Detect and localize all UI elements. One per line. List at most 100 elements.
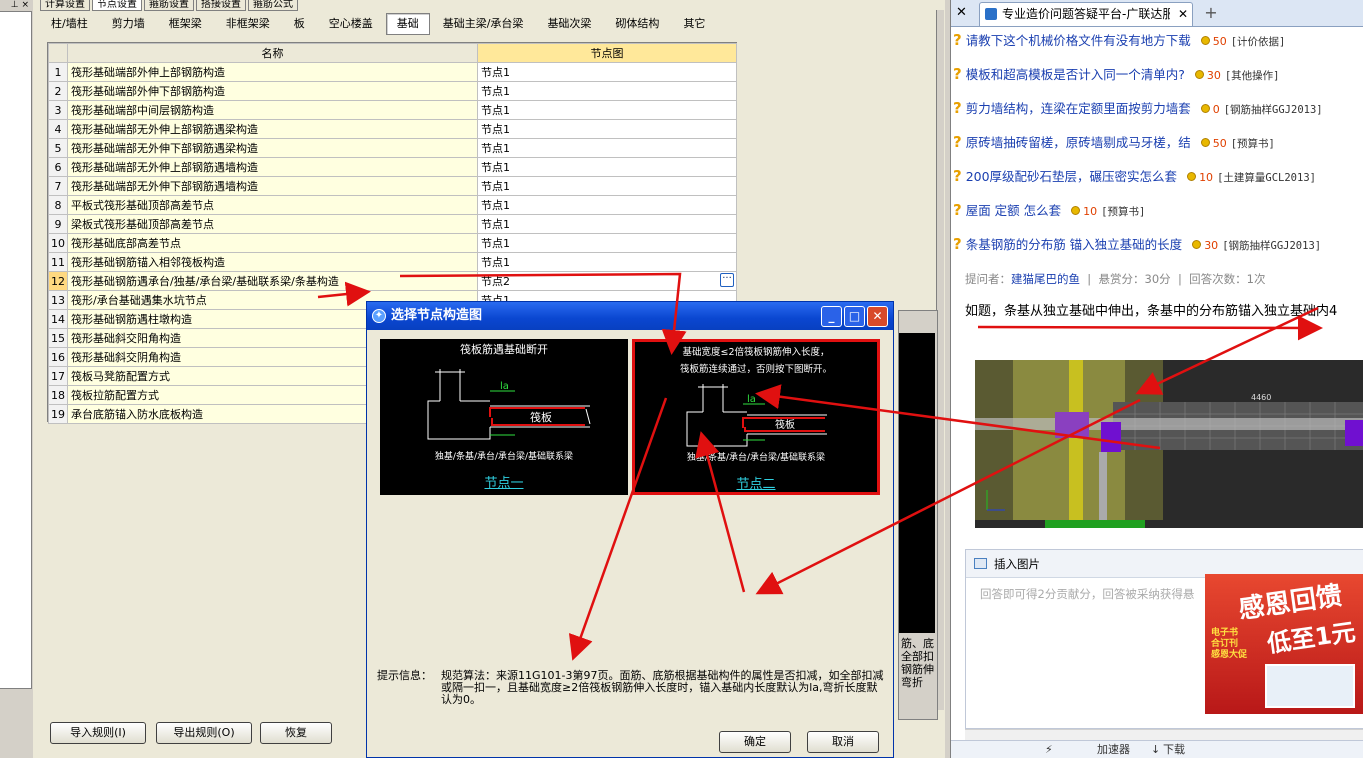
- row-node-value[interactable]: 节点1: [477, 214, 737, 234]
- close-button[interactable]: ✕: [867, 306, 888, 327]
- row-node-value[interactable]: 节点2 ···: [477, 271, 737, 291]
- question-tag[interactable]: [计价依据]: [1231, 36, 1286, 48]
- row-node-value[interactable]: 节点1: [477, 195, 737, 215]
- cat-tab-column[interactable]: 柱/墙柱: [40, 13, 99, 35]
- left-panel-scrollbar[interactable]: [0, 688, 32, 758]
- row-name[interactable]: 筏形基础底部高差节点: [67, 233, 478, 253]
- cat-tab-foundation-main-beam[interactable]: 基础主梁/承台梁: [431, 13, 535, 35]
- question-tag[interactable]: [土建算量GCL2013]: [1217, 172, 1316, 184]
- table-row[interactable]: 6 筏形基础端部无外伸上部钢筋遇墙构造 节点1: [48, 157, 737, 177]
- grid-header-name[interactable]: 名称: [67, 43, 478, 63]
- cat-tab-shear-wall[interactable]: 剪力墙: [100, 13, 156, 35]
- cat-tab-foundation[interactable]: 基础: [385, 13, 430, 35]
- question-link[interactable]: 请教下这个机械价格文件有没有地方下载: [966, 33, 1191, 48]
- list-item[interactable]: ? 请教下这个机械价格文件有没有地方下载 50 [计价依据]: [953, 30, 1285, 60]
- question-link[interactable]: 原砖墙抽砖留槎，原砖墙剔成马牙槎，结: [966, 135, 1191, 150]
- table-row[interactable]: 4 筏形基础端部无外伸上部钢筋遇梁构造 节点1: [48, 119, 737, 139]
- row-name[interactable]: 筏形基础端部外伸上部钢筋构造: [67, 62, 478, 82]
- row-node-value[interactable]: 节点1: [477, 100, 737, 120]
- table-row[interactable]: 3 筏形基础端部中间层钢筋构造 节点1: [48, 100, 737, 120]
- question-link[interactable]: 屋面 定额 怎么套: [966, 203, 1061, 218]
- question-tag[interactable]: [钢筋抽样GGJ2013]: [1222, 240, 1321, 252]
- row-node-value[interactable]: 节点1: [477, 138, 737, 158]
- node2-link[interactable]: 节点二: [635, 473, 877, 492]
- table-row[interactable]: 7 筏形基础端部无外伸下部钢筋遇墙构造 节点1: [48, 176, 737, 196]
- tab-stirrup-settings[interactable]: 箍筋设置: [144, 0, 194, 11]
- ellipsis-button[interactable]: ···: [720, 273, 734, 287]
- question-link[interactable]: 200厚级配砂石垫层，碾压密实怎么套: [966, 169, 1177, 184]
- cat-tab-slab[interactable]: 板: [282, 13, 316, 35]
- list-item[interactable]: ? 原砖墙抽砖留槎，原砖墙剔成马牙槎，结 50 [预算书]: [953, 132, 1275, 162]
- table-row[interactable]: 11 筏形基础钢筋锚入相邻筏板构造 节点1: [48, 252, 737, 272]
- maximize-button[interactable]: □: [844, 306, 865, 327]
- ok-button[interactable]: 确定: [719, 731, 791, 753]
- row-node-value[interactable]: 节点1: [477, 62, 737, 82]
- table-row[interactable]: 5 筏形基础端部无外伸下部钢筋遇梁构造 节点1: [48, 138, 737, 158]
- row-node-value[interactable]: 节点1: [477, 233, 737, 253]
- cat-tab-nonframe-beam[interactable]: 非框架梁: [214, 13, 281, 35]
- node1-link[interactable]: 节点一: [380, 472, 628, 491]
- cat-tab-hollow-floor[interactable]: 空心楼盖: [317, 13, 384, 35]
- table-row[interactable]: 12 筏形基础钢筋遇承台/独基/承台梁/基础联系梁/条基构造 节点2 ···: [48, 271, 737, 291]
- tab-stirrup-formula[interactable]: 箍筋公式: [248, 0, 298, 11]
- horizontal-scrollbar[interactable]: [965, 729, 1363, 740]
- new-tab-icon[interactable]: +: [1199, 3, 1223, 25]
- cad-screenshot[interactable]: 4460: [975, 360, 1363, 528]
- node-option-1[interactable]: 筏板筋遇基础断开 la 筏板 独基/条基/承台/承台梁/基础联系梁 节点一: [380, 339, 628, 495]
- table-row[interactable]: 8 平板式筏形基础顶部高差节点 节点1: [48, 195, 737, 215]
- download-icon[interactable]: ↓: [1151, 741, 1160, 758]
- row-name[interactable]: 筏形基础钢筋锚入相邻筏板构造: [67, 252, 478, 272]
- row-name[interactable]: 梁板式筏形基础顶部高差节点: [67, 214, 478, 234]
- row-name[interactable]: 筏形基础端部中间层钢筋构造: [67, 100, 478, 120]
- restore-button[interactable]: 恢复: [260, 722, 332, 744]
- question-link[interactable]: 条基钢筋的分布筋 锚入独立基础的长度: [966, 237, 1182, 252]
- download-button[interactable]: 下载: [1163, 741, 1185, 758]
- promo-banner[interactable]: 感恩回馈 低至1元 电子书 合订刊 感恩大促: [1205, 574, 1363, 714]
- question-tag[interactable]: [预算书]: [1231, 138, 1275, 150]
- row-node-value[interactable]: 节点1: [477, 119, 737, 139]
- export-rules-button[interactable]: 导出规则(O): [156, 722, 252, 744]
- table-row[interactable]: 9 梁板式筏形基础顶部高差节点 节点1: [48, 214, 737, 234]
- tab-lap-settings[interactable]: 搭接设置: [196, 0, 246, 11]
- answer-input[interactable]: 回答即可得2分贡献分，回答被采纳获得悬: [980, 586, 1194, 602]
- table-row[interactable]: 10 筏形基础底部高差节点 节点1: [48, 233, 737, 253]
- list-item[interactable]: ? 屋面 定额 怎么套 10 [预算书]: [953, 200, 1145, 230]
- grid-header-node[interactable]: 节点图: [477, 43, 737, 63]
- browser-tab-active[interactable]: 专业造价问题答疑平台-广联达服务新干线 ✕: [979, 2, 1193, 26]
- question-link[interactable]: 模板和超高模板是否计入同一个清单内?: [966, 67, 1185, 82]
- table-row[interactable]: 2 筏形基础端部外伸下部钢筋构造 节点1: [48, 81, 737, 101]
- dialog-titlebar[interactable]: ✦ 选择节点构造图 _ □ ✕: [367, 302, 893, 330]
- row-node-value[interactable]: 节点1: [477, 157, 737, 177]
- cancel-button[interactable]: 取消: [807, 731, 879, 753]
- left-panel-header[interactable]: ⊥ ×: [0, 0, 32, 12]
- list-item[interactable]: ? 条基钢筋的分布筋 锚入独立基础的长度 30 [钢筋抽样GGJ2013]: [953, 234, 1321, 264]
- row-node-value[interactable]: 节点1: [477, 81, 737, 101]
- node-option-2[interactable]: 基础宽度≤2倍筏板钢筋伸入长度， 筏板筋连续通过，否则按下图断开。 la 筏板 …: [632, 339, 880, 495]
- question-tag[interactable]: [钢筋抽样GGJ2013]: [1224, 104, 1323, 116]
- insert-image-button[interactable]: 插入图片: [994, 557, 1040, 571]
- row-name[interactable]: 筏形基础端部无外伸下部钢筋遇墙构造: [67, 176, 478, 196]
- list-item[interactable]: ? 200厚级配砂石垫层，碾压密实怎么套 10 [土建算量GCL2013]: [953, 166, 1316, 196]
- tab-close-icon[interactable]: ✕: [1178, 3, 1188, 25]
- accelerator-button[interactable]: 加速器: [1097, 741, 1130, 758]
- row-name[interactable]: 平板式筏形基础顶部高差节点: [67, 195, 478, 215]
- speedup-icon[interactable]: ⚡: [1045, 741, 1053, 758]
- close-tab-icon[interactable]: ✕: [956, 5, 967, 20]
- row-name[interactable]: 筏形基础端部无外伸上部钢筋遇墙构造: [67, 157, 478, 177]
- asker-link[interactable]: 建猫尾巴的鱼: [1011, 272, 1080, 286]
- cat-tab-frame-beam[interactable]: 框架梁: [157, 13, 213, 35]
- question-tag[interactable]: [其他操作]: [1225, 70, 1280, 82]
- row-node-value[interactable]: 节点1: [477, 252, 737, 272]
- row-node-value[interactable]: 节点1: [477, 176, 737, 196]
- question-tag[interactable]: [预算书]: [1101, 206, 1145, 218]
- cat-tab-other[interactable]: 其它: [672, 13, 717, 35]
- cat-tab-foundation-secondary-beam[interactable]: 基础次梁: [536, 13, 603, 35]
- tab-calc-settings[interactable]: 计算设置: [40, 0, 90, 11]
- question-link[interactable]: 剪力墙结构，连梁在定额里面按剪力墙套: [966, 101, 1191, 116]
- tab-node-settings[interactable]: 节点设置: [92, 0, 142, 11]
- row-name[interactable]: 筏形基础端部无外伸下部钢筋遇梁构造: [67, 138, 478, 158]
- cat-tab-masonry[interactable]: 砌体结构: [604, 13, 671, 35]
- list-item[interactable]: ? 模板和超高模板是否计入同一个清单内? 30 [其他操作]: [953, 64, 1280, 94]
- minimize-button[interactable]: _: [821, 306, 842, 327]
- row-name[interactable]: 筏形基础钢筋遇承台/独基/承台梁/基础联系梁/条基构造: [67, 271, 478, 291]
